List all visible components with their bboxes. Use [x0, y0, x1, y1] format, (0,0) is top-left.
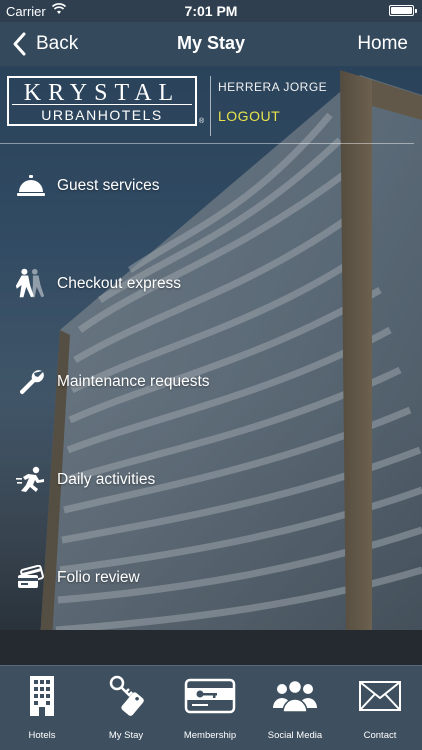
service-bell-icon — [14, 169, 48, 203]
key-card-icon — [168, 674, 252, 718]
menu-item-checkout-express[interactable]: Checkout express — [0, 259, 422, 309]
battery-icon — [389, 5, 417, 16]
logo-line-2: URBANHOTELS — [41, 107, 163, 123]
tab-label: Hotels — [28, 730, 56, 741]
menu-item-label: Daily activities — [57, 471, 156, 488]
menu-item-daily-activities[interactable]: Daily activities — [0, 455, 422, 505]
logo-divider — [12, 104, 192, 105]
krystal-logo: KRYSTAL URBANHOTELS ® — [7, 76, 205, 128]
tab-social-media[interactable]: Social Media — [253, 666, 337, 750]
wrench-icon — [14, 365, 48, 399]
tab-my-stay[interactable]: My Stay — [84, 666, 168, 750]
menu-item-label: Checkout express — [57, 275, 182, 292]
home-button[interactable]: Home — [357, 33, 408, 55]
logout-button[interactable]: LOGOUT — [218, 108, 280, 124]
user-name: HERRERA JORGE — [218, 80, 328, 94]
clock: 7:01 PM — [184, 3, 238, 19]
menu-item-maintenance-requests[interactable]: Maintenance requests — [0, 357, 422, 407]
people-group-icon — [253, 674, 337, 718]
menu-item-label: Folio review — [57, 569, 140, 586]
status-bar: Carrier 7:01 PM — [0, 0, 422, 22]
logo-line-1: KRYSTAL — [23, 80, 181, 106]
header-divider — [0, 143, 414, 144]
running-person-icon — [14, 463, 48, 497]
tab-hotels[interactable]: Hotels — [0, 666, 84, 750]
menu-item-guest-services[interactable]: Guest services — [0, 161, 422, 211]
tab-label: Contact — [363, 730, 397, 741]
navigation-bar: Back My Stay Home — [0, 22, 422, 66]
tab-contact[interactable]: Contact — [338, 666, 422, 750]
menu-item-folio-review[interactable]: Folio review — [0, 553, 422, 603]
envelope-icon — [338, 674, 422, 718]
tab-label: Membership — [183, 730, 237, 741]
walking-person-icon — [14, 267, 48, 301]
header-vertical-divider — [210, 76, 211, 136]
menu-item-label: Maintenance requests — [57, 373, 210, 390]
tab-bar: Hotels My Stay Membership Social Media C… — [0, 665, 422, 750]
tab-label: Social Media — [267, 730, 323, 741]
menu-item-label: Guest services — [57, 177, 160, 194]
credit-cards-icon — [14, 561, 48, 595]
building-icon — [0, 674, 84, 718]
tab-label: My Stay — [108, 730, 144, 741]
key-tag-icon — [84, 674, 168, 718]
tab-membership[interactable]: Membership — [168, 666, 252, 750]
registered-mark: ® — [199, 118, 205, 125]
